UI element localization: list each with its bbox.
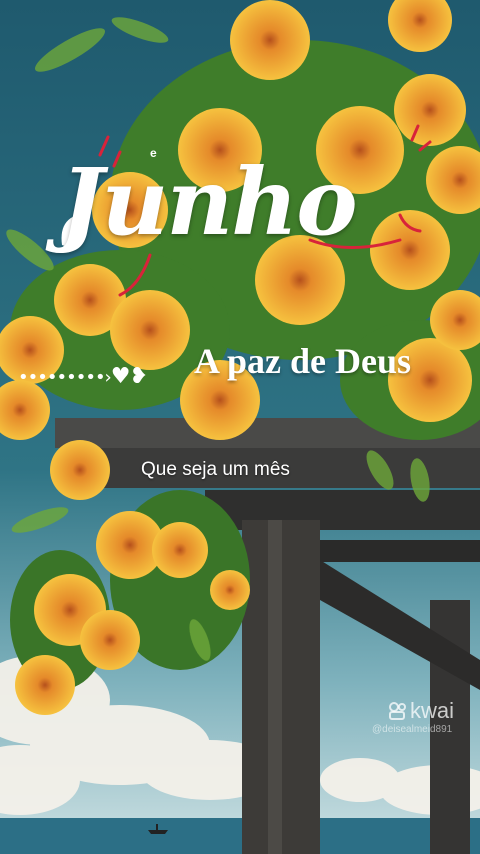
month-title: Junho [60,148,358,256]
kwai-brand: kwai [410,698,455,723]
dots-arrow-decoration: •••••••••›♥︎❥ [18,364,148,389]
dots-text: •••••••••› [18,367,112,388]
kwai-logo-icon [388,700,408,720]
kwai-watermark: kwai @deisealmeid891 [372,698,455,735]
headline-text: A paz de Deus [194,341,412,381]
watermark-handle: @deisealmeid891 [372,724,453,735]
caption-text: Que seja um mês [141,459,290,480]
heart-icon: ♥︎❥ [110,364,148,389]
